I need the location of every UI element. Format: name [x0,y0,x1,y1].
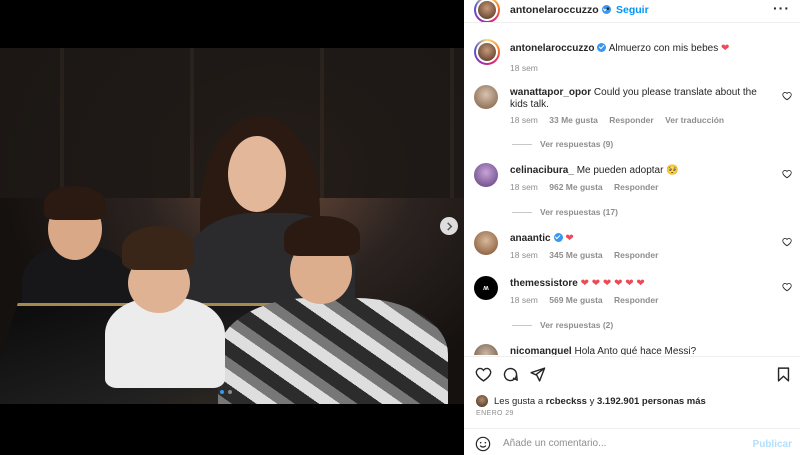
divider [464,22,800,23]
view-replies-button[interactable]: Ver respuestas (17) [512,207,618,217]
like-comment-heart-icon[interactable] [782,91,792,101]
comment-input[interactable] [503,433,743,453]
post-header: antonelaroccuzzo • Seguir ··· [464,0,800,23]
commenter-avatar[interactable]: ʍ [474,276,498,300]
comment-bubble-icon[interactable] [502,366,519,383]
likes-summary: Les gusta a rcbeckss y 3.192.901 persona… [476,395,706,407]
likes-prefix: Les gusta a [494,395,544,407]
liker-avatar[interactable] [476,395,488,407]
post-actions [464,360,800,388]
replies-line [512,144,532,146]
view-replies-button[interactable]: Ver respuestas (2) [512,320,613,330]
comment-body: Hola Anto qué hace Messi? [574,346,697,355]
chevron-right-icon [446,221,452,231]
comment-likes[interactable]: 33 Me gusta [549,115,598,125]
comments-list: antonelaroccuzzo Almuerzo con mis bebes … [464,35,800,355]
view-replies-label[interactable]: Ver respuestas (2) [540,320,613,330]
save-bookmark-icon[interactable] [775,366,792,383]
emoji-smiley-icon[interactable] [475,436,491,452]
reply-button[interactable]: Responder [614,295,658,305]
like-comment-heart-icon[interactable] [782,169,792,179]
share-send-icon[interactable] [529,366,546,383]
photo-figure [122,226,194,270]
post-photo[interactable] [0,48,464,404]
carousel-dots [220,390,232,394]
commenter-username[interactable]: nicomanguel [510,346,572,355]
comment-text: themessistore ❤ ❤ ❤ ❤ ❤ ❤ [510,278,766,290]
comment-body: ❤ [565,233,574,244]
verified-badge-icon [597,43,607,52]
reply-button[interactable]: Responder [614,250,658,260]
commenter-avatar[interactable] [474,344,498,355]
verified-badge-icon [553,233,563,242]
like-comment-heart-icon[interactable] [782,237,792,247]
commenter-avatar[interactable] [474,231,498,255]
photo-figure [44,186,106,220]
replies-line [512,212,532,214]
caption-body: Almuerzo con mis bebes [608,43,719,54]
author-username-text[interactable]: antonelaroccuzzo [510,4,599,16]
comment-likes[interactable]: 345 Me gusta [549,250,602,260]
post-date[interactable]: ENERO 29 [476,410,514,417]
like-heart-icon[interactable] [475,366,492,383]
post-media-panel [0,0,464,455]
commenter-username[interactable]: themessistore [510,278,578,289]
caption-text: antonelaroccuzzo Almuerzo con mis bebes … [510,43,766,55]
next-slide-button[interactable] [440,217,458,235]
commenter-username[interactable]: celinacibura_ [510,165,574,176]
caption-time: 18 sem [510,63,538,73]
replies-line [512,325,532,327]
likes-count[interactable]: 3.192.901 personas más [597,396,706,407]
reply-button[interactable]: Responder [614,182,658,192]
heart-emoji: ❤ [720,43,730,54]
comment-likes[interactable]: 962 Me gusta [549,182,602,192]
like-comment-heart-icon[interactable] [782,282,792,292]
comment-time[interactable]: 18 sem [510,250,538,260]
author-username[interactable]: antonelaroccuzzo [510,4,611,16]
view-replies-label[interactable]: Ver respuestas (9) [540,139,613,149]
comment-body: ❤ ❤ ❤ ❤ ❤ ❤ [580,278,645,289]
caption-username[interactable]: antonelaroccuzzo [510,43,594,54]
store-logo-icon: ʍ [483,284,489,292]
more-options-icon[interactable]: ··· [773,0,790,16]
comment-meta: 18 sem 569 Me gusta Responder [510,295,667,305]
author-avatar[interactable] [474,0,500,23]
commenter-username[interactable]: wanattapor_opor [510,87,591,98]
commenter-avatar[interactable] [474,163,498,187]
carousel-dot [228,390,232,394]
comment-meta: 18 sem 33 Me gusta Responder Ver traducc… [510,115,733,125]
comment-meta: 18 sem 345 Me gusta Responder [510,250,667,260]
caption-meta: 18 sem [510,63,547,73]
carousel-dot-active [220,390,224,394]
commenter-avatar[interactable] [474,85,498,109]
likes-connector: y [589,395,595,407]
comment-meta: 18 sem 962 Me gusta Responder [510,182,667,192]
publish-button[interactable]: Publicar [753,439,792,450]
author-avatar[interactable] [474,39,500,65]
photo-figure [228,136,286,212]
instagram-post-modal: antonelaroccuzzo • Seguir ··· antonelaro… [0,0,800,455]
translate-button[interactable]: Ver traducción [665,115,724,125]
comment-body: Me pueden adoptar 🥺 [576,165,679,176]
commenter-username[interactable]: anaantic [510,233,551,244]
photo-figure [218,298,448,404]
liker-username[interactable]: rcbeckss [546,396,587,407]
comment-composer: Publicar [464,429,800,455]
photo-figure [284,216,360,256]
view-replies-label[interactable]: Ver respuestas (17) [540,207,618,217]
comment-text: wanattapor_opor Could you please transla… [510,87,766,111]
comment-time[interactable]: 18 sem [510,182,538,192]
reply-button[interactable]: Responder [609,115,653,125]
comment-time[interactable]: 18 sem [510,295,538,305]
comment-text: celinacibura_ Me pueden adoptar 🥺 [510,165,766,177]
view-replies-button[interactable]: Ver respuestas (9) [512,139,613,149]
comment-text: anaantic ❤ [510,233,766,245]
comment-text: nicomanguel Hola Anto qué hace Messi? [510,346,766,355]
divider [464,356,800,357]
follow-button[interactable]: Seguir [616,4,649,16]
comment-time[interactable]: 18 sem [510,115,538,125]
post-side-panel: antonelaroccuzzo • Seguir ··· antonelaro… [464,0,800,455]
header-separator: • [606,4,610,15]
comment-likes[interactable]: 569 Me gusta [549,295,602,305]
